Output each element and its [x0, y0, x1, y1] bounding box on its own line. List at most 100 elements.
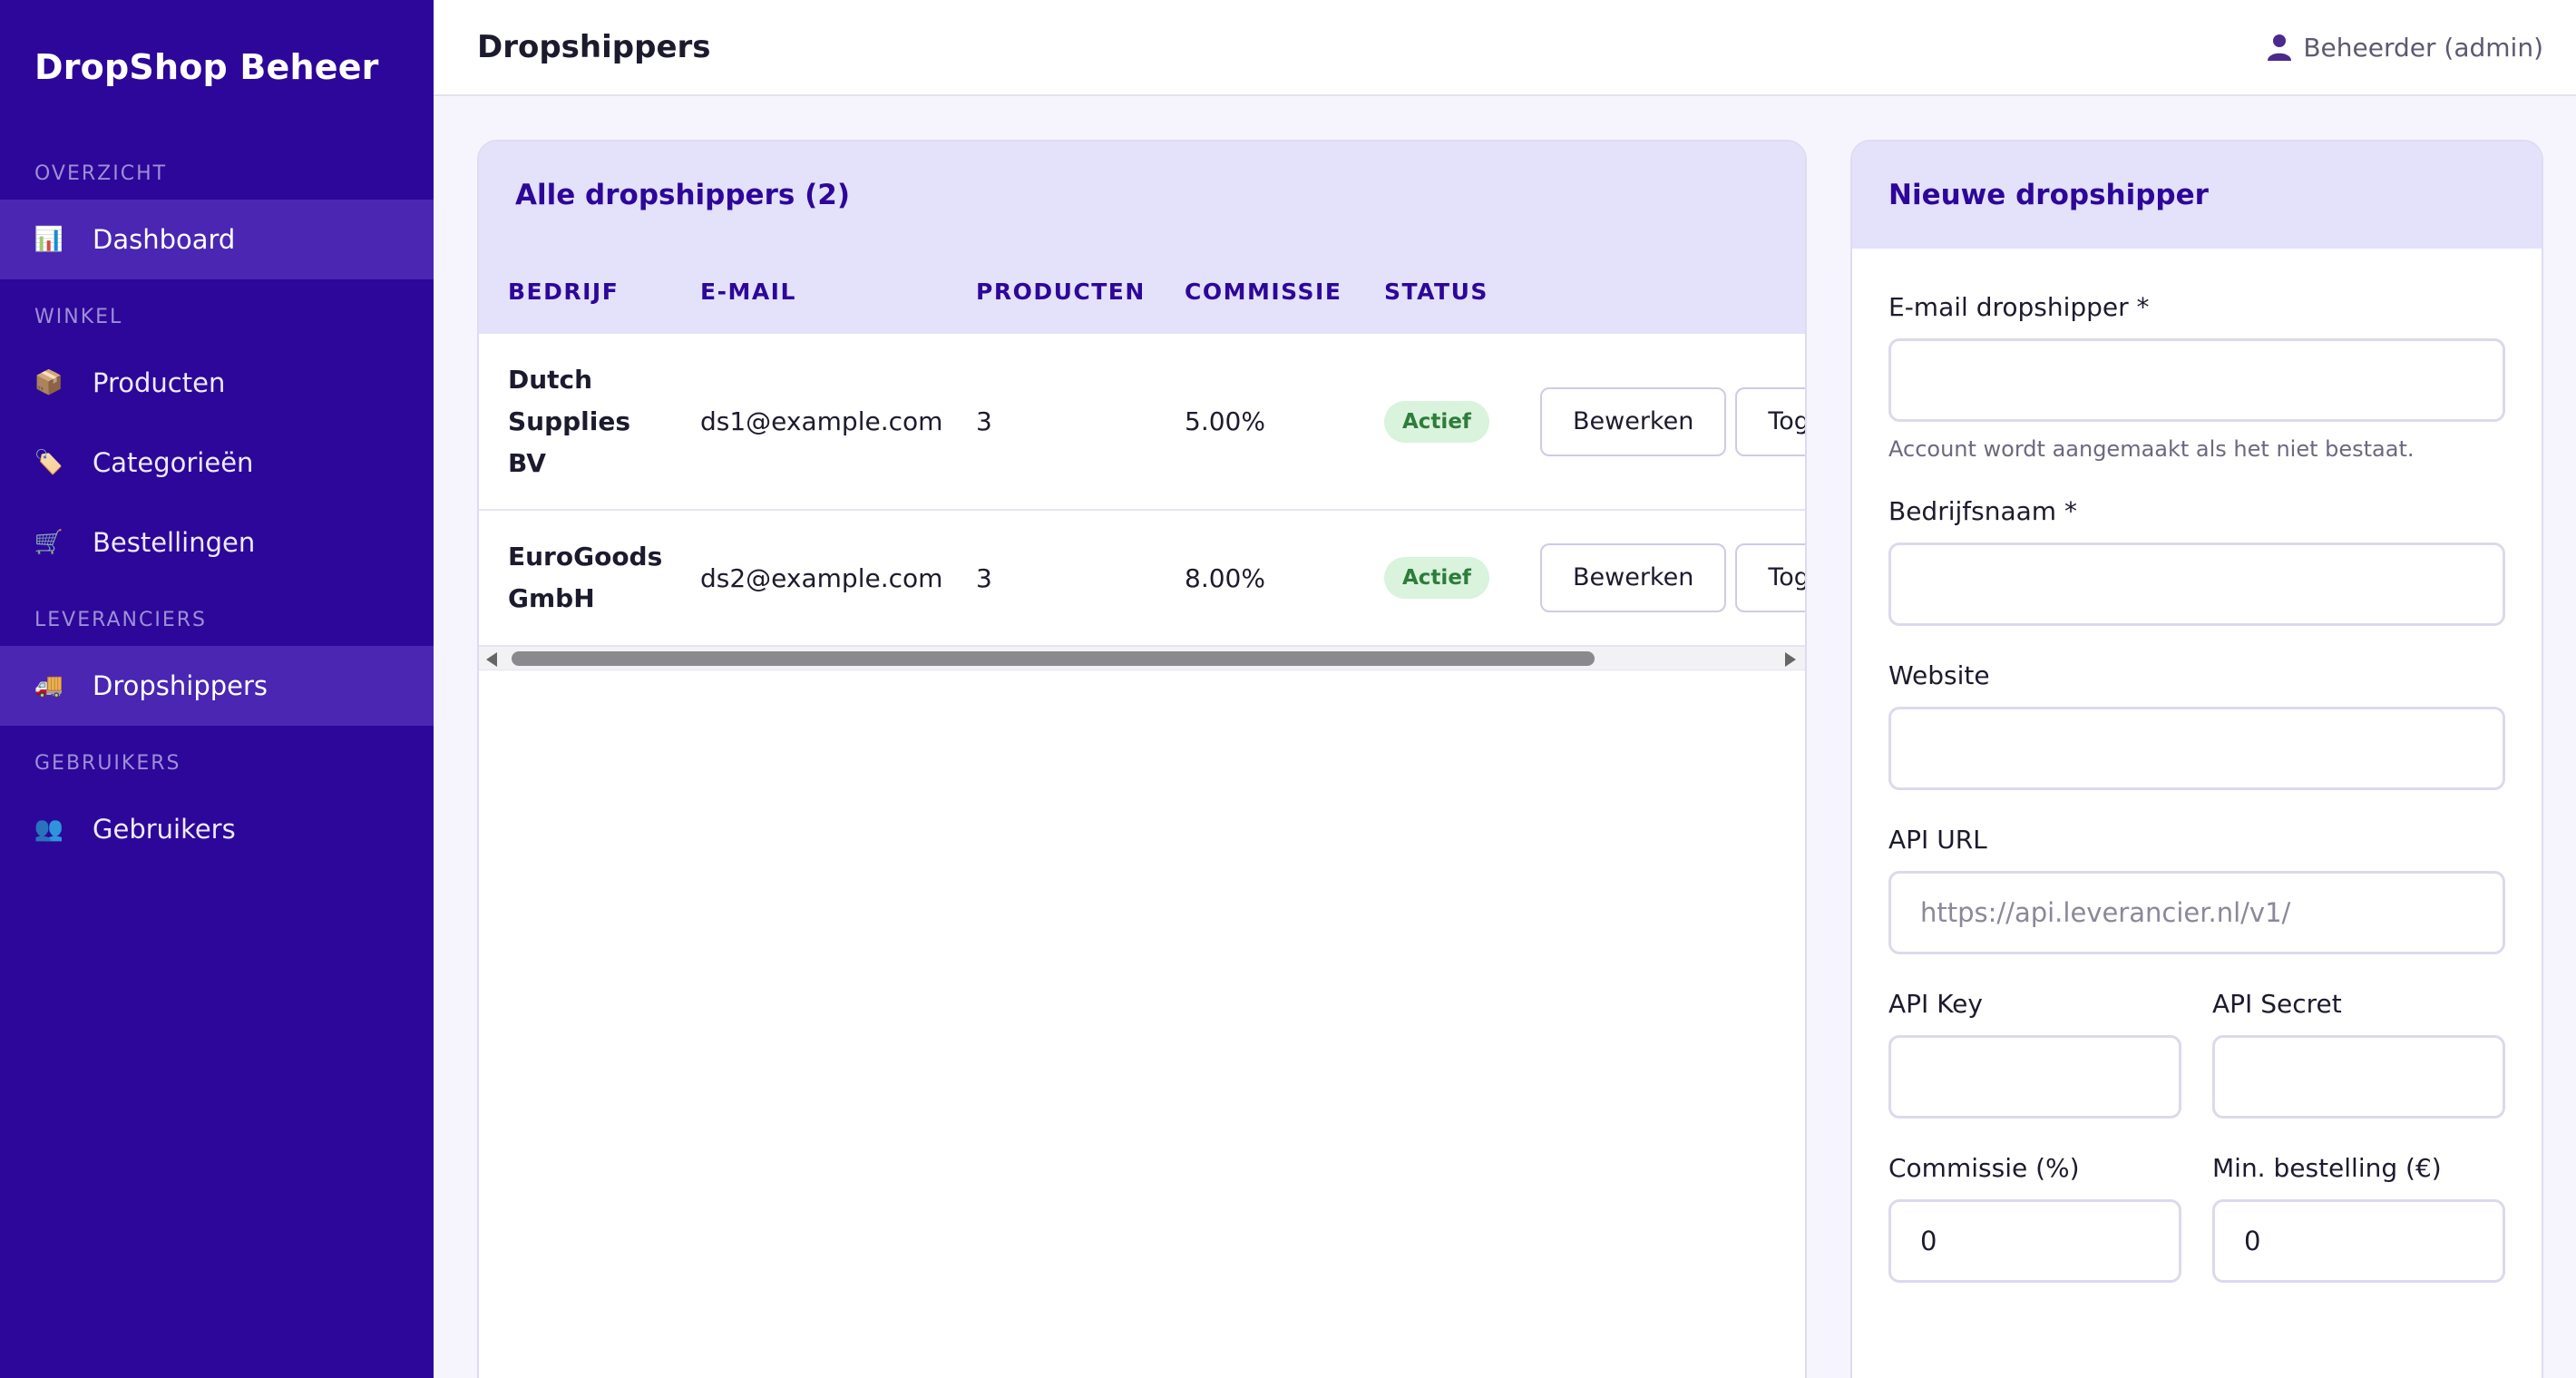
- website-input[interactable]: [1888, 707, 2505, 790]
- nav-section-overzicht: OVERZICHT: [34, 162, 168, 185]
- sidebar-item-label: Bestellingen: [93, 527, 256, 558]
- company-field-group: Bedrijfsnaam *: [1888, 496, 2505, 626]
- products-cell: 3: [947, 510, 1156, 647]
- user-menu[interactable]: Beheerder (admin): [2267, 33, 2543, 63]
- new-dropshipper-card: Nieuwe dropshipper E-mail dropshipper * …: [1850, 140, 2543, 1378]
- website-label: Website: [1888, 660, 1990, 690]
- cart-icon: 🛒: [34, 529, 64, 556]
- commission-field-group: Commissie (%): [1888, 1153, 2181, 1283]
- email-field-group: E-mail dropshipper * Account wordt aange…: [1888, 292, 2505, 462]
- sidebar-item-producten[interactable]: 📦 Producten: [0, 343, 434, 423]
- status-cell: Actief: [1355, 510, 1511, 647]
- nav-section-winkel: WINKEL: [34, 306, 123, 328]
- api-key-input[interactable]: [1888, 1035, 2181, 1119]
- table-row: EuroGoods GmbH ds2@example.com 3 8.00% A…: [479, 510, 1805, 647]
- nav-section-gebruikers: GEBRUIKERS: [34, 752, 181, 775]
- scroll-right-arrow-icon[interactable]: [1785, 652, 1796, 667]
- tag-icon: 🏷️: [34, 449, 64, 476]
- status-cell: Actief: [1355, 334, 1511, 511]
- edit-button[interactable]: Bewerken: [1540, 543, 1727, 612]
- company-name-line: Dutch: [508, 364, 593, 395]
- sidebar-item-categorieen[interactable]: 🏷️ Categorieën: [0, 423, 434, 503]
- sidebar-item-dashboard[interactable]: 📊 Dashboard: [0, 200, 434, 279]
- column-header-status[interactable]: STATUS: [1355, 249, 1511, 334]
- sidebar-item-label: Dropshippers: [93, 670, 268, 701]
- api-secret-label: API Secret: [2212, 989, 2342, 1019]
- users-icon: 👥: [34, 816, 64, 843]
- min-order-label: Min. bestelling (€): [2212, 1153, 2442, 1183]
- package-icon: 📦: [34, 369, 64, 396]
- chart-icon: 📊: [34, 226, 64, 253]
- table-scroll-container[interactable]: BEDRIJF E-MAIL PRODUCTEN COMMISSIE STATU…: [479, 249, 1805, 647]
- sidebar-item-label: Producten: [93, 367, 226, 398]
- column-header-bedrijf[interactable]: BEDRIJF: [479, 249, 671, 334]
- column-header-commissie[interactable]: COMMISSIE: [1156, 249, 1355, 334]
- company-name-line: Supplies: [508, 406, 631, 436]
- new-dropshipper-form: E-mail dropshipper * Account wordt aange…: [1852, 249, 2542, 1317]
- api-credentials-row: API Key API Secret: [1888, 989, 2505, 1153]
- user-name: Beheerder (admin): [2303, 32, 2543, 63]
- min-order-input[interactable]: [2212, 1199, 2505, 1283]
- email-cell: ds2@example.com: [671, 510, 947, 647]
- website-field-group: Website: [1888, 660, 2505, 790]
- company-name-line: EuroGoods: [508, 542, 663, 572]
- commission-row: Commissie (%) Min. bestelling (€): [1888, 1153, 2505, 1317]
- toggle-button[interactable]: Toggle: [1735, 543, 1805, 612]
- email-input[interactable]: [1888, 338, 2505, 422]
- company-label: Bedrijfsnaam *: [1888, 496, 2077, 526]
- actions-cell: BewerkenToggle: [1511, 510, 1805, 647]
- api-url-label: API URL: [1888, 825, 1987, 855]
- page-title: Dropshippers: [477, 29, 711, 65]
- sidebar: DropShop Beheer OVERZICHT 📊 Dashboard WI…: [0, 0, 434, 1378]
- api-key-field-group: API Key: [1888, 989, 2181, 1119]
- products-cell: 3: [947, 334, 1156, 511]
- dropshippers-table: BEDRIJF E-MAIL PRODUCTEN COMMISSIE STATU…: [479, 249, 1805, 647]
- commission-cell: 5.00%: [1156, 334, 1355, 511]
- sidebar-item-dropshippers[interactable]: 🚚 Dropshippers: [0, 646, 434, 726]
- company-cell: Dutch Supplies BV: [479, 334, 671, 511]
- company-cell: EuroGoods GmbH: [479, 510, 671, 647]
- company-name-line: GmbH: [508, 583, 595, 613]
- sidebar-item-bestellingen[interactable]: 🛒 Bestellingen: [0, 503, 434, 582]
- api-url-input[interactable]: [1888, 871, 2505, 954]
- scroll-left-arrow-icon[interactable]: [486, 652, 497, 667]
- status-badge: Actief: [1384, 400, 1489, 443]
- column-header-actions: [1511, 249, 1805, 334]
- column-header-producten[interactable]: PRODUCTEN: [947, 249, 1156, 334]
- table-row: Dutch Supplies BV ds1@example.com 3 5.00…: [479, 334, 1805, 511]
- sidebar-item-label: Dashboard: [93, 224, 236, 255]
- toggle-button[interactable]: Toggle: [1735, 386, 1805, 456]
- horizontal-scrollbar[interactable]: [479, 647, 1805, 670]
- truck-icon: 🚚: [34, 672, 64, 699]
- commission-cell: 8.00%: [1156, 510, 1355, 647]
- sidebar-item-gebruikers[interactable]: 👥 Gebruikers: [0, 789, 434, 869]
- commission-label: Commissie (%): [1888, 1153, 2080, 1183]
- content: Alle dropshippers (2) BEDRIJF E-MAIL PRO…: [434, 96, 2576, 1378]
- app-root: DropShop Beheer OVERZICHT 📊 Dashboard WI…: [0, 0, 2576, 1378]
- min-order-field-group: Min. bestelling (€): [2212, 1153, 2505, 1283]
- brand-logo[interactable]: DropShop Beheer: [0, 0, 434, 136]
- actions-cell: BewerkenToggle: [1511, 334, 1805, 511]
- table-header-row: BEDRIJF E-MAIL PRODUCTEN COMMISSIE STATU…: [479, 249, 1805, 334]
- nav-section-leveranciers: LEVERANCIERS: [34, 609, 208, 631]
- api-url-field-group: API URL: [1888, 825, 2505, 954]
- dropshippers-list-card: Alle dropshippers (2) BEDRIJF E-MAIL PRO…: [477, 140, 1807, 1378]
- company-input[interactable]: [1888, 542, 2505, 626]
- edit-button[interactable]: Bewerken: [1540, 386, 1727, 456]
- commission-input[interactable]: [1888, 1199, 2181, 1283]
- company-name-line: BV: [508, 447, 546, 478]
- sidebar-item-label: Gebruikers: [93, 814, 236, 845]
- api-key-label: API Key: [1888, 989, 1983, 1019]
- list-card-title: Alle dropshippers (2): [479, 142, 1805, 249]
- main-area: Dropshippers Beheerder (admin) Alle drop…: [434, 0, 2576, 1378]
- email-cell: ds1@example.com: [671, 334, 947, 511]
- topbar: Dropshippers Beheerder (admin): [434, 0, 2576, 96]
- scrollbar-thumb[interactable]: [512, 651, 1595, 666]
- status-badge: Actief: [1384, 557, 1489, 599]
- sidebar-item-label: Categorieën: [93, 447, 254, 478]
- column-header-email[interactable]: E-MAIL: [671, 249, 947, 334]
- user-icon: [2268, 34, 2292, 61]
- email-label: E-mail dropshipper *: [1888, 292, 2150, 322]
- api-secret-field-group: API Secret: [2212, 989, 2505, 1119]
- api-secret-input[interactable]: [2212, 1035, 2505, 1119]
